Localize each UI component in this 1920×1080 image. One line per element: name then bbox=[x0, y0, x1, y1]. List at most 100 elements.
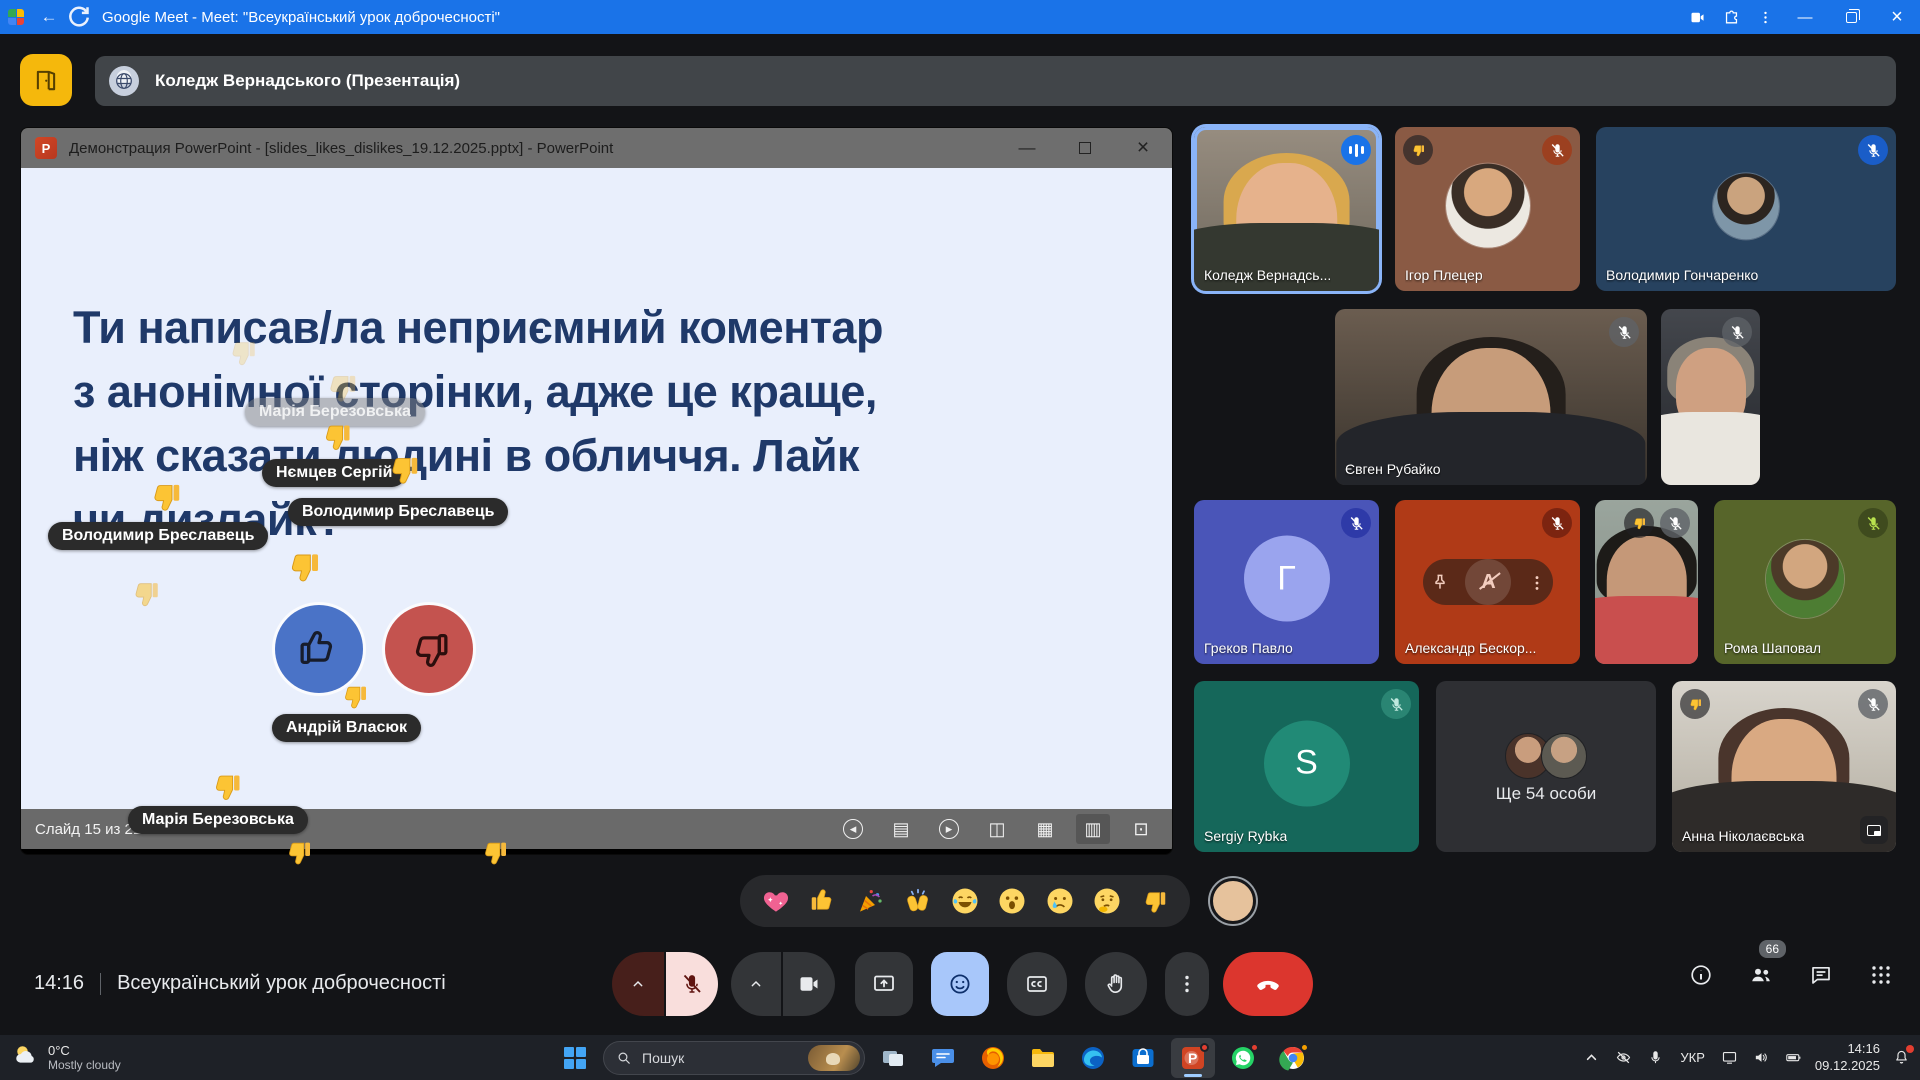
end-call-button[interactable] bbox=[1223, 952, 1313, 1016]
party-popper-reaction-button[interactable] bbox=[853, 884, 887, 918]
mic-muted-icon bbox=[1858, 508, 1888, 538]
participant-name: Рома Шаповал bbox=[1724, 640, 1821, 656]
tray-cast-icon[interactable] bbox=[1719, 1047, 1741, 1069]
thumbs-down-reaction-badge bbox=[1403, 135, 1433, 165]
door-exit-icon[interactable] bbox=[20, 54, 72, 106]
refresh-icon[interactable] bbox=[64, 2, 94, 32]
sparkling-heart-reaction-button[interactable] bbox=[759, 884, 793, 918]
tray-volume-icon[interactable] bbox=[1751, 1047, 1773, 1069]
minimize-button[interactable]: — bbox=[1782, 0, 1828, 34]
back-icon[interactable]: ← bbox=[34, 2, 64, 32]
taskbar-firefox-icon[interactable] bbox=[971, 1038, 1015, 1078]
search-input[interactable]: Пошук bbox=[603, 1041, 865, 1075]
camera-control bbox=[731, 952, 835, 1016]
clock-time: 14:16 bbox=[1815, 1041, 1880, 1058]
slideshow-view-icon[interactable]: ⊡ bbox=[1124, 814, 1158, 844]
mic-options-chevron[interactable] bbox=[612, 952, 664, 1016]
participant-tile[interactable]: A Александр Бескор... bbox=[1395, 500, 1580, 664]
taskbar-whatsapp-icon[interactable] bbox=[1221, 1038, 1265, 1078]
participant-tile[interactable]: Рома Шаповал bbox=[1714, 500, 1896, 664]
mic-muted-button[interactable] bbox=[666, 952, 718, 1016]
tray-chevron-up-icon[interactable] bbox=[1580, 1047, 1602, 1069]
language-indicator[interactable]: УКР bbox=[1676, 1050, 1709, 1065]
people-icon[interactable]: 66 bbox=[1748, 962, 1774, 988]
participant-tile[interactable]: SSergiy Rybka bbox=[1194, 681, 1419, 852]
camera-options-chevron[interactable] bbox=[731, 952, 781, 1016]
next-slide-icon[interactable]: ▸ bbox=[932, 814, 966, 844]
thinking-face-reaction-button[interactable] bbox=[1090, 884, 1124, 918]
thumbs-up-reaction-button[interactable] bbox=[806, 884, 840, 918]
camera-indicator-icon[interactable] bbox=[1680, 5, 1714, 29]
raise-hand-button[interactable] bbox=[1085, 952, 1147, 1016]
crying-face-reaction-button[interactable] bbox=[1043, 884, 1077, 918]
prev-slide-icon[interactable]: ◂ bbox=[836, 814, 870, 844]
menu-dots-icon[interactable] bbox=[1748, 5, 1782, 29]
weather-widget[interactable]: 0°C Mostly cloudy bbox=[12, 1041, 121, 1074]
clapping-hands-reaction-button[interactable] bbox=[901, 884, 935, 918]
normal-view-icon[interactable]: ◫ bbox=[980, 814, 1014, 844]
taskbar-chat-icon[interactable] bbox=[921, 1038, 965, 1078]
tray-privacy-icon[interactable] bbox=[1612, 1047, 1634, 1069]
powerpoint-icon: P bbox=[35, 137, 57, 159]
participant-tile[interactable]: Ще 54 особи bbox=[1436, 681, 1656, 852]
remove-from-view-icon[interactable]: A bbox=[1465, 559, 1511, 605]
participant-tile[interactable]: Євген Рубайко bbox=[1335, 309, 1647, 485]
camera-button[interactable] bbox=[783, 952, 835, 1016]
slide-text: Ти написав/ла неприємний коментарз аноні… bbox=[73, 296, 1073, 552]
skin-tone-button[interactable] bbox=[1210, 878, 1256, 924]
taskbar-powerpoint-icon[interactable]: P bbox=[1171, 1038, 1215, 1078]
presenter-label: Коледж Вернадського (Презентація) bbox=[155, 71, 460, 91]
restore-button[interactable] bbox=[1828, 0, 1874, 34]
taskbar-file-explorer-icon[interactable] bbox=[1021, 1038, 1065, 1078]
participant-name: Александр Бескор... bbox=[1405, 640, 1536, 656]
screen: ← Google Meet - Meet: "Всеукраїнський ур… bbox=[0, 0, 1920, 1080]
participant-tile[interactable]: Анна Ніколаєвська bbox=[1672, 681, 1896, 852]
pp-close-button[interactable]: × bbox=[1114, 128, 1172, 168]
thumbs-down-reaction-button[interactable] bbox=[1137, 884, 1171, 918]
participant-tile[interactable]: Коледж Вернадсь... bbox=[1194, 127, 1379, 291]
tile-more-options-icon[interactable] bbox=[1527, 573, 1545, 591]
taskbar-chrome-icon[interactable] bbox=[1271, 1038, 1315, 1078]
reactions-toggle-button[interactable] bbox=[931, 952, 989, 1016]
tray-battery-icon[interactable] bbox=[1783, 1047, 1805, 1069]
search-highlight-image[interactable] bbox=[808, 1045, 860, 1071]
clock-date: 09.12.2025 bbox=[1815, 1058, 1880, 1075]
grid-view-icon[interactable]: ▦ bbox=[1028, 814, 1062, 844]
extensions-icon[interactable] bbox=[1714, 5, 1748, 29]
presenter-bar[interactable]: Коледж Вернадського (Презентація) bbox=[95, 56, 1896, 106]
participant-name: Sergiy Rybka bbox=[1204, 828, 1287, 844]
taskbar-edge-icon[interactable] bbox=[1071, 1038, 1115, 1078]
apps-grid-icon[interactable] bbox=[1868, 962, 1894, 988]
face-with-tears-of-joy-reaction-button[interactable] bbox=[948, 884, 982, 918]
reading-view-icon[interactable]: ▥ bbox=[1076, 814, 1110, 844]
notification-bell-icon[interactable] bbox=[1890, 1047, 1912, 1069]
notes-view-icon[interactable]: ▤ bbox=[884, 814, 918, 844]
astonished-face-reaction-button[interactable] bbox=[995, 884, 1029, 918]
powerpoint-titlebar[interactable]: P Демонстрация PowerPoint - [slides_like… bbox=[21, 128, 1172, 168]
participant-tile[interactable]: Володимир Гончаренко bbox=[1596, 127, 1896, 291]
more-options-button[interactable] bbox=[1165, 952, 1209, 1016]
chat-icon[interactable] bbox=[1808, 962, 1834, 988]
close-button[interactable]: × bbox=[1874, 0, 1920, 34]
participant-tile[interactable] bbox=[1595, 500, 1698, 664]
mic-muted-icon bbox=[1660, 508, 1690, 538]
pp-maximize-button[interactable] bbox=[1056, 128, 1114, 168]
participant-tile[interactable] bbox=[1661, 309, 1760, 485]
pp-minimize-button[interactable]: — bbox=[998, 128, 1056, 168]
pin-icon[interactable] bbox=[1430, 572, 1450, 592]
present-button[interactable] bbox=[855, 952, 913, 1016]
taskbar-store-icon[interactable] bbox=[1121, 1038, 1165, 1078]
participant-initial: Г bbox=[1244, 536, 1330, 622]
participant-tile[interactable]: Ігор Плецер bbox=[1395, 127, 1580, 291]
notification-dot bbox=[1906, 1045, 1914, 1053]
participant-name: Коледж Вернадсь... bbox=[1204, 267, 1331, 283]
tile-hover-controls: A bbox=[1423, 559, 1553, 605]
taskbar-clock[interactable]: 14:1609.12.2025 bbox=[1815, 1041, 1880, 1075]
start-button[interactable] bbox=[553, 1038, 597, 1078]
info-icon[interactable] bbox=[1688, 962, 1714, 988]
captions-button[interactable] bbox=[1007, 952, 1067, 1016]
participant-tile[interactable]: ГГреков Павло bbox=[1194, 500, 1379, 664]
picture-in-picture-icon[interactable] bbox=[1860, 816, 1888, 844]
tray-microphone-icon[interactable] bbox=[1644, 1047, 1666, 1069]
taskbar-task-view-icon[interactable] bbox=[871, 1038, 915, 1078]
